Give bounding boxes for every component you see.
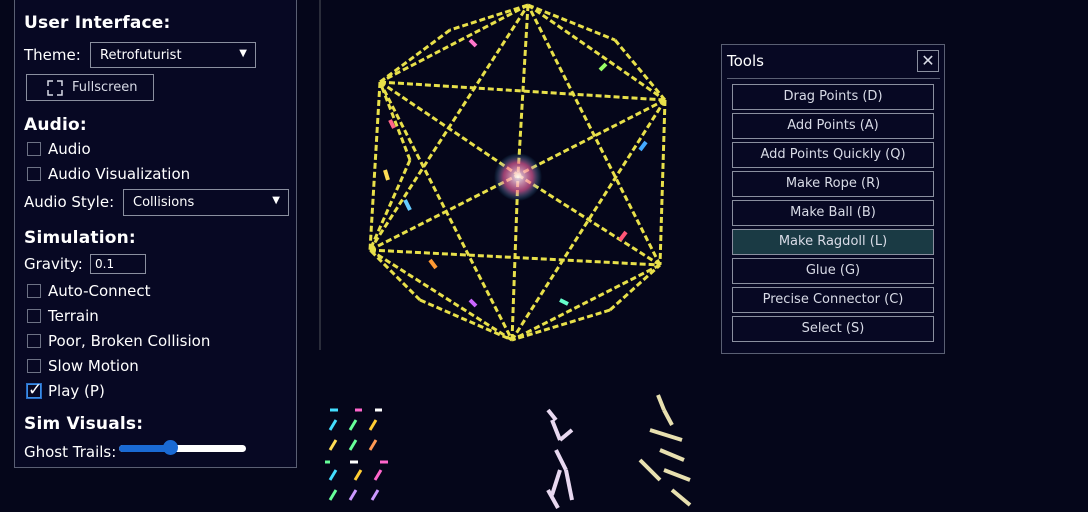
ragdoll-figure-2 xyxy=(638,394,692,507)
audio-style-label: Audio Style: xyxy=(24,193,115,211)
chevron-down-icon: ▼ xyxy=(272,195,280,206)
play-checkbox[interactable]: ✓ xyxy=(27,380,42,400)
sim-visuals-title: Sim Visuals: xyxy=(24,414,144,434)
slow-motion-label: Slow Motion xyxy=(48,357,139,375)
audio-label: Audio xyxy=(48,140,91,158)
auto-connect-checkbox[interactable] xyxy=(27,284,41,298)
tool-button-add-points-quickly-q[interactable]: Add Points Quickly (Q) xyxy=(732,142,934,168)
tools-panel: Tools ✕ Drag Points (D) Add Points (A) Add… xyxy=(721,44,945,354)
fullscreen-button[interactable]: Fullscreen xyxy=(26,74,154,101)
ragdoll-figure-1 xyxy=(546,408,574,509)
gravity-input[interactable]: 0.1 xyxy=(90,254,146,274)
close-icon[interactable]: ✕ xyxy=(917,50,939,72)
ball-core xyxy=(494,153,542,201)
audio-style-select[interactable]: Collisions ▼ xyxy=(123,189,289,216)
ghost-trails-label: Ghost Trails: xyxy=(24,443,117,461)
theme-label: Theme: xyxy=(24,46,81,64)
audio-visualization-label: Audio Visualization xyxy=(48,165,191,183)
tool-button-precise-connector-c[interactable]: Precise Connector (C) xyxy=(732,287,934,313)
tool-button-glue-g[interactable]: Glue (G) xyxy=(732,258,934,284)
tool-button-select-s[interactable]: Select (S) xyxy=(732,316,934,342)
tools-divider xyxy=(727,78,940,79)
audio-title: Audio: xyxy=(24,115,87,135)
settings-panel: User Interface: Theme: Retrofuturist ▼ F… xyxy=(14,0,297,468)
chevron-down-icon: ▼ xyxy=(239,48,247,59)
play-label: Play (P) xyxy=(48,382,105,400)
ghost-trails-slider[interactable] xyxy=(119,445,246,452)
poor-collision-label: Poor, Broken Collision xyxy=(48,332,211,350)
theme-select[interactable]: Retrofuturist ▼ xyxy=(90,42,256,68)
tool-button-drag-points-d[interactable]: Drag Points (D) xyxy=(732,84,934,110)
ragdoll-skeleton xyxy=(325,408,388,501)
audio-visualization-checkbox[interactable] xyxy=(27,167,41,181)
user-interface-title: User Interface: xyxy=(24,13,171,33)
audio-checkbox[interactable] xyxy=(27,142,41,156)
tool-button-make-ball-b[interactable]: Make Ball (B) xyxy=(732,200,934,226)
gravity-label: Gravity: xyxy=(24,255,83,273)
checkmark-icon: ✓ xyxy=(28,380,43,400)
terrain-label: Terrain xyxy=(48,307,99,325)
tools-title: Tools xyxy=(727,52,764,70)
terrain-checkbox[interactable] xyxy=(27,309,41,323)
simulation-title: Simulation: xyxy=(24,228,136,248)
fullscreen-label: Fullscreen xyxy=(72,80,138,95)
audio-style-select-value: Collisions xyxy=(133,195,195,210)
fullscreen-icon xyxy=(47,80,63,96)
tool-button-make-rope-r[interactable]: Make Rope (R) xyxy=(732,171,934,197)
tool-button-add-points-a[interactable]: Add Points (A) xyxy=(732,113,934,139)
theme-select-value: Retrofuturist xyxy=(100,48,182,63)
tool-button-make-ragdoll-l[interactable]: Make Ragdoll (L) xyxy=(732,229,934,255)
poor-collision-checkbox[interactable] xyxy=(27,334,41,348)
ghost-trails-slider-thumb[interactable] xyxy=(162,440,178,455)
auto-connect-label: Auto-Connect xyxy=(48,282,151,300)
slow-motion-checkbox[interactable] xyxy=(27,359,41,373)
